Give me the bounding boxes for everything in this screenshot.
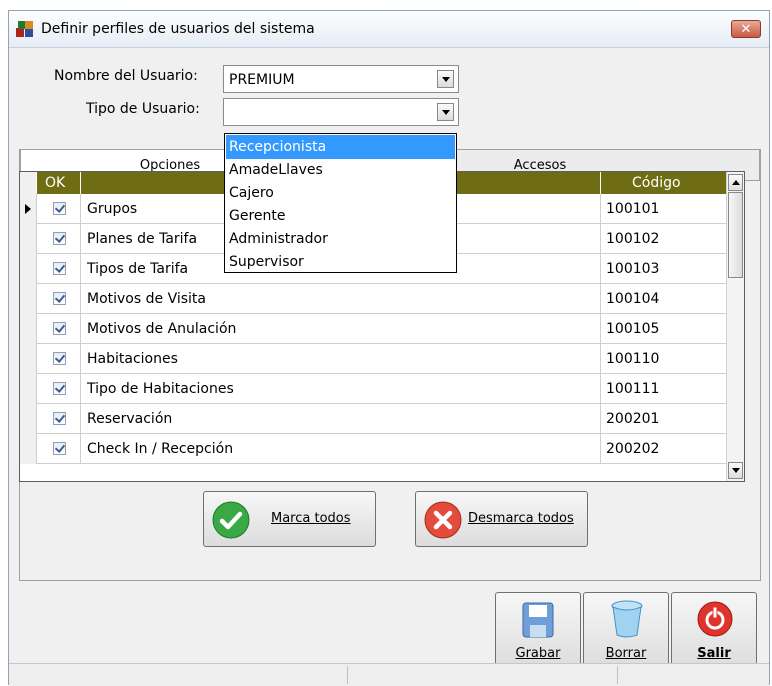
- chevron-down-icon[interactable]: [437, 70, 454, 88]
- row-ok-cell: [37, 194, 81, 224]
- row-code: 100104: [601, 284, 728, 314]
- exit-button[interactable]: Salir: [671, 592, 757, 670]
- user-name-label: Nombre del Usuario:: [54, 68, 198, 84]
- row-code: 100110: [601, 344, 728, 374]
- dropdown-option[interactable]: AmadeLlaves: [226, 158, 455, 182]
- close-icon: ✕: [740, 22, 752, 37]
- table-row[interactable]: Motivos de Visita 100104: [20, 284, 728, 314]
- row-code: 200202: [601, 434, 728, 464]
- delete-label: Borrar: [605, 646, 647, 661]
- save-button[interactable]: Grabar: [495, 592, 581, 670]
- power-icon: [697, 601, 733, 637]
- ok-checkbox[interactable]: [53, 232, 66, 245]
- close-button[interactable]: ✕: [731, 20, 761, 38]
- dropdown-option[interactable]: Administrador: [226, 227, 455, 251]
- ok-checkbox[interactable]: [53, 262, 66, 275]
- row-ok-cell: [37, 344, 81, 374]
- row-ok-cell: [37, 254, 81, 284]
- title-bar: Definir perfiles de usuarios del sistema…: [9, 11, 769, 48]
- ok-checkbox[interactable]: [53, 352, 66, 365]
- row-name: Check In / Recepción: [81, 434, 601, 464]
- red-x-icon: [424, 501, 462, 539]
- unmark-all-button[interactable]: Desmarca todos: [415, 491, 588, 547]
- row-code: 100103: [601, 254, 728, 284]
- ok-checkbox[interactable]: [53, 202, 66, 215]
- dropdown-option[interactable]: Recepcionista: [226, 135, 455, 159]
- row-indicator: [20, 404, 37, 434]
- ok-checkbox[interactable]: [53, 442, 66, 455]
- header-indicator: [20, 172, 37, 194]
- current-row-pointer-icon: [25, 204, 31, 214]
- table-row[interactable]: Tipo de Habitaciones 100111: [20, 374, 728, 404]
- table-row[interactable]: Habitaciones 100110: [20, 344, 728, 374]
- user-name-value: PREMIUM: [229, 72, 295, 88]
- row-indicator: [20, 224, 37, 254]
- ok-checkbox[interactable]: [53, 322, 66, 335]
- ok-checkbox[interactable]: [53, 412, 66, 425]
- floppy-disk-icon: [522, 602, 554, 638]
- save-label: Grabar: [515, 646, 561, 661]
- table-row[interactable]: Reservación 200201: [20, 404, 728, 434]
- delete-button[interactable]: Borrar: [583, 592, 669, 670]
- row-ok-cell: [37, 314, 81, 344]
- ok-checkbox[interactable]: [53, 292, 66, 305]
- unmark-all-label: Desmarca todos: [468, 511, 574, 526]
- user-type-combo[interactable]: [223, 98, 459, 126]
- scroll-up-arrow-icon[interactable]: [728, 174, 743, 191]
- status-bar: [9, 663, 769, 686]
- table-row[interactable]: Check In / Recepción 200202: [20, 434, 728, 464]
- row-indicator: [20, 434, 37, 464]
- ok-checkbox[interactable]: [53, 382, 66, 395]
- row-code: 100102: [601, 224, 728, 254]
- dropdown-option[interactable]: Cajero: [226, 181, 455, 205]
- row-ok-cell: [37, 224, 81, 254]
- user-name-combo[interactable]: PREMIUM: [223, 65, 459, 93]
- table-row[interactable]: Motivos de Anulación 100105: [20, 314, 728, 344]
- mark-all-label: Marca todos: [271, 511, 351, 526]
- user-type-label: Tipo de Usuario:: [86, 101, 200, 117]
- app-cubes-icon: [16, 21, 33, 37]
- exit-label: Salir: [697, 646, 731, 661]
- row-name: Reservación: [81, 404, 601, 434]
- row-ok-cell: [37, 404, 81, 434]
- row-code: 200201: [601, 404, 728, 434]
- row-indicator: [20, 194, 37, 224]
- user-type-dropdown-list[interactable]: Recepcionista AmadeLlaves Cajero Gerente Adm…: [224, 133, 457, 273]
- row-ok-cell: [37, 434, 81, 464]
- row-name: Tipo de Habitaciones: [81, 374, 601, 404]
- row-name: Motivos de Anulación: [81, 314, 601, 344]
- green-check-icon: [212, 501, 250, 539]
- vertical-scrollbar[interactable]: [726, 172, 744, 481]
- status-divider: [617, 666, 618, 684]
- row-code: 100105: [601, 314, 728, 344]
- row-indicator: [20, 254, 37, 284]
- row-code: 100101: [601, 194, 728, 224]
- chevron-down-icon[interactable]: [437, 103, 454, 121]
- header-ok[interactable]: OK: [37, 172, 81, 194]
- row-ok-cell: [37, 374, 81, 404]
- trash-bin-icon: [611, 600, 643, 638]
- dropdown-option[interactable]: Gerente: [226, 204, 455, 228]
- row-indicator: [20, 314, 37, 344]
- row-indicator: [20, 344, 37, 374]
- row-code: 100111: [601, 374, 728, 404]
- row-name: Habitaciones: [81, 344, 601, 374]
- row-ok-cell: [37, 284, 81, 314]
- scroll-down-arrow-icon[interactable]: [728, 462, 743, 479]
- row-indicator: [20, 374, 37, 404]
- dropdown-option[interactable]: Supervisor: [226, 250, 455, 274]
- scroll-thumb[interactable]: [728, 192, 743, 278]
- row-name: Motivos de Visita: [81, 284, 601, 314]
- window-title: Definir perfiles de usuarios del sistema: [41, 21, 315, 37]
- mark-all-button[interactable]: Marca todos: [203, 491, 376, 547]
- status-divider: [347, 666, 348, 684]
- row-indicator: [20, 284, 37, 314]
- header-code[interactable]: Código: [601, 172, 728, 194]
